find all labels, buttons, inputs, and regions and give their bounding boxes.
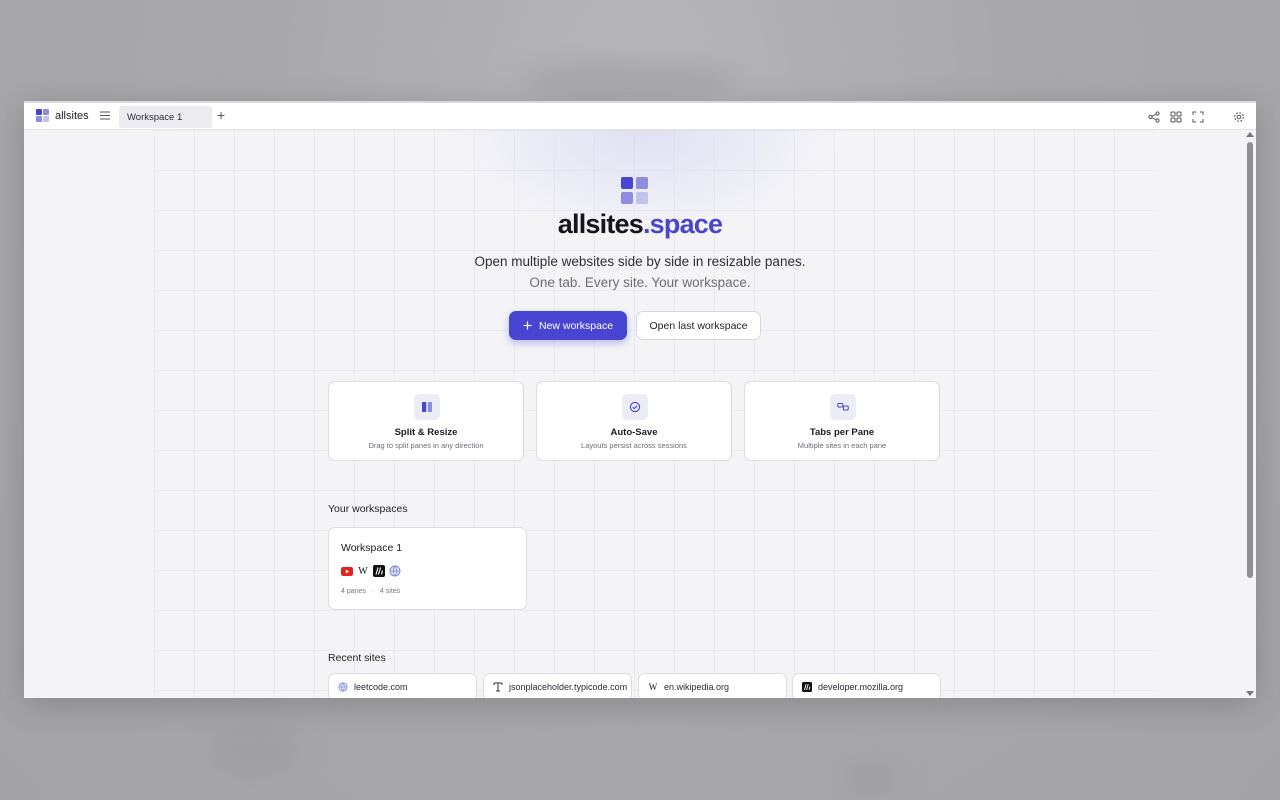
feature-card-split-resize: Split & Resize Drag to split panes in an…: [328, 381, 524, 461]
share-icon[interactable]: [1148, 111, 1160, 123]
check-circle-icon: [622, 394, 648, 420]
globe-icon: [338, 682, 348, 692]
feature-title: Tabs per Pane: [809, 427, 875, 438]
backdrop-blur: [520, 60, 740, 100]
tab-workspace-1[interactable]: Workspace 1: [119, 106, 212, 128]
globe-icon: [389, 565, 401, 577]
workspace-meta: 4 panes · 4 sites: [341, 588, 400, 595]
recent-site-label: en.wikipedia.org: [664, 682, 730, 692]
recent-site-chip[interactable]: developer.mozilla.org: [792, 673, 941, 698]
hero-title-accent: .space: [642, 209, 723, 239]
workspace-card[interactable]: Workspace 1 W 4 panes · 4 sites: [328, 527, 527, 610]
hero-title: allsites.space: [24, 209, 1256, 240]
browser-window: allsites Workspace 1 + allsites.space Op…: [24, 101, 1256, 698]
wikipedia-icon: W: [358, 565, 368, 577]
recent-site-chip[interactable]: jsonplaceholder.typicode.com: [483, 673, 632, 698]
mdn-icon: [802, 682, 812, 692]
feature-card-tabs-per-pane: Tabs per Pane Multiple sites in each pan…: [744, 381, 940, 461]
workspace-meta-separator: ·: [371, 588, 375, 595]
open-last-workspace-button[interactable]: Open last workspace: [636, 311, 761, 340]
top-toolbar: allsites Workspace 1 +: [24, 101, 1256, 130]
hero-subline: One tab. Every site. Your workspace.: [529, 275, 751, 290]
hero-tagline: Open multiple websites side by side in r…: [474, 254, 806, 269]
hamburger-menu-icon[interactable]: [100, 111, 110, 120]
recent-sites-heading: Recent sites: [328, 652, 386, 664]
mdn-icon: [373, 565, 385, 577]
your-workspaces-heading: Your workspaces: [328, 503, 408, 515]
recent-site-chip[interactable]: leetcode.com: [328, 673, 477, 698]
recent-site-label: developer.mozilla.org: [818, 682, 904, 692]
recent-site-label: leetcode.com: [354, 682, 408, 692]
app-logo-icon: [36, 109, 49, 122]
workspace-name: Workspace 1: [341, 542, 403, 554]
scroll-up-arrow[interactable]: [1246, 132, 1254, 137]
plus-icon: [523, 321, 532, 330]
typicode-icon: [493, 682, 503, 692]
scrollbar-thumb[interactable]: [1247, 142, 1253, 578]
tab-label: Workspace 1: [127, 112, 183, 123]
new-workspace-label: New workspace: [538, 319, 614, 332]
split-pane-icon: [414, 394, 440, 420]
tabs-icon: [830, 394, 856, 420]
feature-desc: Layouts persist across sessions: [581, 441, 687, 450]
youtube-icon: [341, 565, 353, 577]
new-workspace-button[interactable]: New workspace: [509, 311, 627, 340]
recent-site-chip[interactable]: W en.wikipedia.org: [638, 673, 787, 698]
feature-desc: Multiple sites in each pane: [797, 441, 887, 450]
settings-icon[interactable]: [1233, 111, 1245, 123]
scroll-down-arrow[interactable]: [1246, 691, 1254, 696]
workspace-pane-count: 4 panes: [341, 588, 366, 595]
open-last-workspace-label: Open last workspace: [649, 319, 748, 332]
brand-name: allsites: [55, 109, 89, 122]
wikipedia-icon: W: [648, 682, 658, 692]
feature-desc: Drag to split panes in any direction: [368, 441, 484, 450]
hero-title-main: allsites: [557, 209, 644, 239]
fullscreen-icon[interactable]: [1192, 111, 1204, 123]
brand[interactable]: allsites: [36, 109, 89, 122]
feature-title: Split & Resize: [394, 427, 458, 438]
hero-logo-icon: [621, 177, 648, 204]
add-tab-button[interactable]: +: [217, 108, 225, 122]
grid-icon[interactable]: [1170, 111, 1182, 123]
feature-card-auto-save: Auto-Save Layouts persist across session…: [536, 381, 732, 461]
workspace-site-icons: W: [341, 565, 401, 577]
backdrop-blur: [840, 760, 900, 796]
feature-title: Auto-Save: [610, 427, 658, 438]
workspace-site-count: 4 sites: [379, 588, 401, 595]
backdrop-blur: [210, 725, 300, 775]
recent-site-label: jsonplaceholder.typicode.com: [509, 682, 628, 692]
